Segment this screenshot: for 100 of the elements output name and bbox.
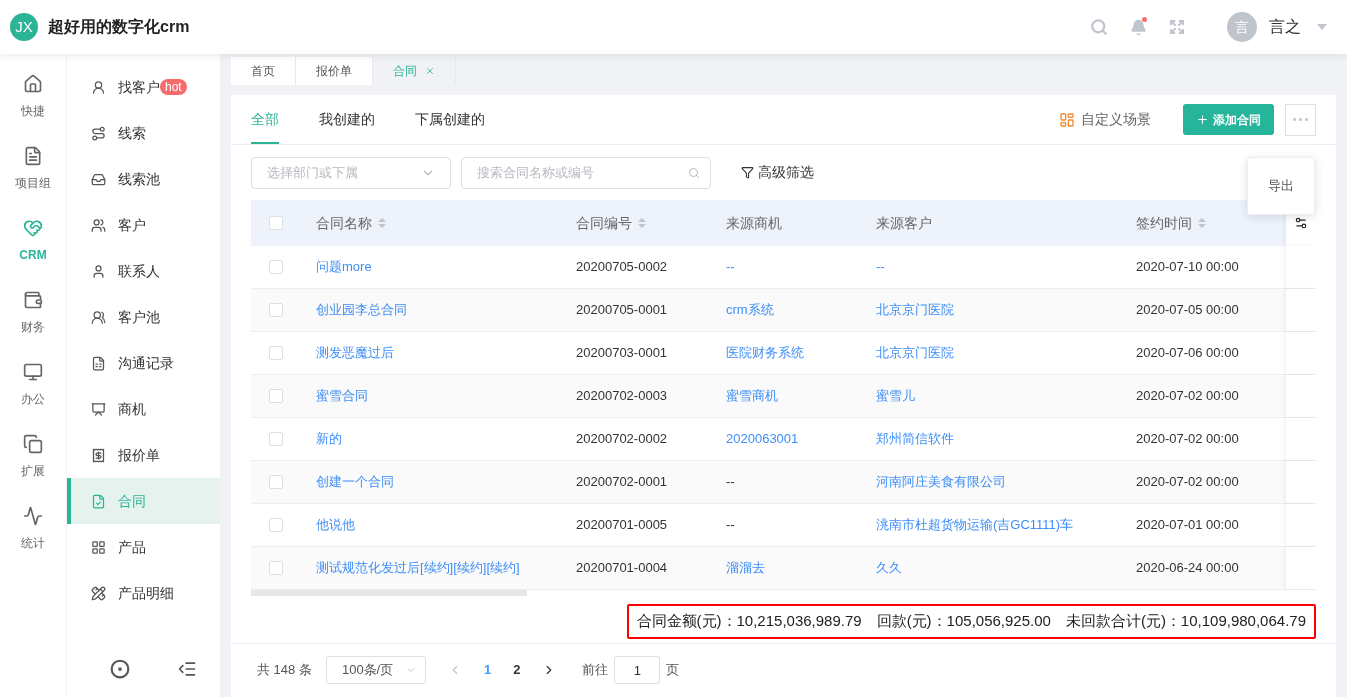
checkbox[interactable]: [268, 475, 283, 489]
sort-icon[interactable]: [638, 218, 646, 228]
fullscreen-icon[interactable]: [1169, 19, 1185, 35]
hot-badge: hot: [160, 79, 187, 95]
column-header[interactable]: 签约时间: [1136, 212, 1192, 234]
table-link[interactable]: 医院财务系统: [726, 345, 804, 361]
submenu-item[interactable]: 线索: [67, 110, 220, 156]
column-settings-icon[interactable]: [1294, 216, 1308, 230]
rail-item[interactable]: 财务: [21, 318, 45, 336]
submenu-item[interactable]: 商机: [67, 386, 220, 432]
column-header[interactable]: 来源商机: [726, 212, 782, 234]
column-header[interactable]: 来源客户: [876, 212, 932, 234]
contract-name-link[interactable]: 问题more: [316, 259, 372, 275]
table-link[interactable]: crm系统: [726, 302, 774, 318]
search-icon: [688, 166, 700, 179]
summary-totals: 合同金额(元)：10,215,036,989.79 回款(元)：105,056,925.00 未回款合计(元)：10,109,980,064.79: [626, 604, 1316, 639]
goto-label: 前往: [582, 661, 609, 680]
page-input[interactable]: 1: [614, 656, 661, 684]
submenu-item[interactable]: 找客户 hot: [67, 64, 220, 110]
view-tab[interactable]: 我创建的: [319, 95, 375, 144]
contract-name-link[interactable]: 创建一个合同: [316, 474, 394, 490]
table-link[interactable]: 洮南市杜超货物运输(吉GC1111)车: [876, 517, 1074, 533]
sort-icon[interactable]: [1198, 218, 1206, 228]
table-link[interactable]: 蜜雪商机: [726, 388, 778, 404]
close-icon[interactable]: [425, 66, 435, 76]
table-link[interactable]: 蜜雪儿: [876, 388, 915, 404]
custom-scene-button[interactable]: 自定义场景: [1059, 95, 1151, 144]
table-link[interactable]: 2020063001: [726, 431, 799, 447]
target-icon[interactable]: [110, 659, 131, 679]
table-link[interactable]: --: [876, 259, 885, 275]
table-link[interactable]: --: [726, 259, 735, 275]
table-link[interactable]: 郑州简信软件: [876, 431, 954, 447]
monitor-icon[interactable]: [23, 362, 43, 382]
page-size-select[interactable]: 100条/页: [325, 656, 426, 684]
rail-item[interactable]: 项目组: [15, 174, 51, 192]
submenu-label: 合同: [118, 491, 146, 511]
page-number[interactable]: 2: [513, 660, 521, 680]
tray-icon: [91, 171, 106, 187]
column-header[interactable]: 合同名称: [316, 212, 372, 234]
rail-item[interactable]: 扩展: [21, 462, 45, 480]
contract-name-link[interactable]: 蜜雪合同: [316, 388, 368, 404]
rail-item[interactable]: 快捷: [21, 102, 45, 120]
checkbox[interactable]: [268, 432, 283, 446]
route-icon: [91, 125, 106, 141]
checkbox[interactable]: [268, 260, 283, 274]
contract-name-link[interactable]: 测发恶魔过后: [316, 345, 394, 361]
house-icon[interactable]: [23, 74, 43, 94]
sort-icon[interactable]: [378, 218, 386, 228]
column-header[interactable]: 合同编号: [576, 212, 632, 234]
rail-item[interactable]: 统计: [21, 534, 45, 552]
checkbox[interactable]: [268, 561, 283, 575]
page-tab[interactable]: 报价单: [296, 57, 373, 85]
contract-name-link[interactable]: 新的: [316, 431, 342, 447]
search-field[interactable]: 搜索合同名称或编号: [461, 156, 711, 189]
table-link[interactable]: 久久: [876, 560, 902, 576]
table-link[interactable]: 河南阿庄美食有限公司: [876, 474, 1006, 490]
search-icon[interactable]: [1090, 18, 1108, 36]
checkbox[interactable]: [268, 346, 283, 360]
submenu-label: 商机: [118, 399, 146, 419]
notification-bell-icon[interactable]: [1130, 18, 1147, 36]
submenu-item[interactable]: 产品: [67, 524, 220, 570]
page-tab[interactable]: 首页: [231, 57, 296, 85]
person-icon: [91, 263, 106, 279]
checkbox[interactable]: [268, 216, 283, 230]
page-number[interactable]: 1: [483, 660, 492, 680]
submenu-item[interactable]: 客户: [67, 202, 220, 248]
submenu-label: 客户: [118, 215, 146, 235]
heart-handshake-icon[interactable]: [23, 218, 43, 238]
submenu-item[interactable]: 报价单: [67, 432, 220, 478]
submenu-item[interactable]: 沟通记录: [67, 340, 220, 386]
table-cell: --: [726, 517, 735, 533]
table-link[interactable]: 北京京门医院: [876, 345, 954, 361]
contract-name-link[interactable]: 测试规范化发过后[续约][续约][续约]: [316, 560, 520, 576]
checkbox[interactable]: [268, 303, 283, 317]
table-link[interactable]: 北京京门医院: [876, 302, 954, 318]
submenu-item[interactable]: 线索池: [67, 156, 220, 202]
menu-item[interactable]: 导出: [1268, 166, 1294, 206]
submenu-label: 产品: [118, 537, 146, 557]
table-cell: 20200702-0003: [576, 388, 668, 404]
rail-item[interactable]: 办公: [21, 390, 45, 408]
view-tab[interactable]: 下属创建的: [415, 95, 485, 144]
document-icon[interactable]: [23, 146, 43, 166]
user-name[interactable]: 言之: [1269, 15, 1301, 39]
submenu-item[interactable]: 客户池: [67, 294, 220, 340]
horizontal-scrollbar[interactable]: [251, 590, 527, 596]
submenu-item[interactable]: 产品明细: [67, 570, 220, 616]
contract-name-link[interactable]: 他说他: [316, 517, 355, 533]
submenu-item[interactable]: 联系人: [67, 248, 220, 294]
checkbox[interactable]: [268, 389, 283, 403]
windows-icon[interactable]: [23, 434, 43, 454]
search-input[interactable]: 搜索合同名称或编号: [477, 162, 688, 183]
contract-name-link[interactable]: 创业园李总合同: [316, 302, 407, 318]
wallet-icon[interactable]: [23, 290, 43, 310]
advanced-filter-button[interactable]: 高级筛选: [741, 162, 814, 183]
collapse-menu-icon[interactable]: [176, 659, 197, 679]
checkbox[interactable]: [268, 518, 283, 532]
caret-icon[interactable]: [1317, 24, 1327, 30]
table-link[interactable]: 溜溜去: [726, 560, 765, 576]
more-button[interactable]: [1285, 103, 1316, 136]
table-cell: --: [726, 474, 735, 490]
